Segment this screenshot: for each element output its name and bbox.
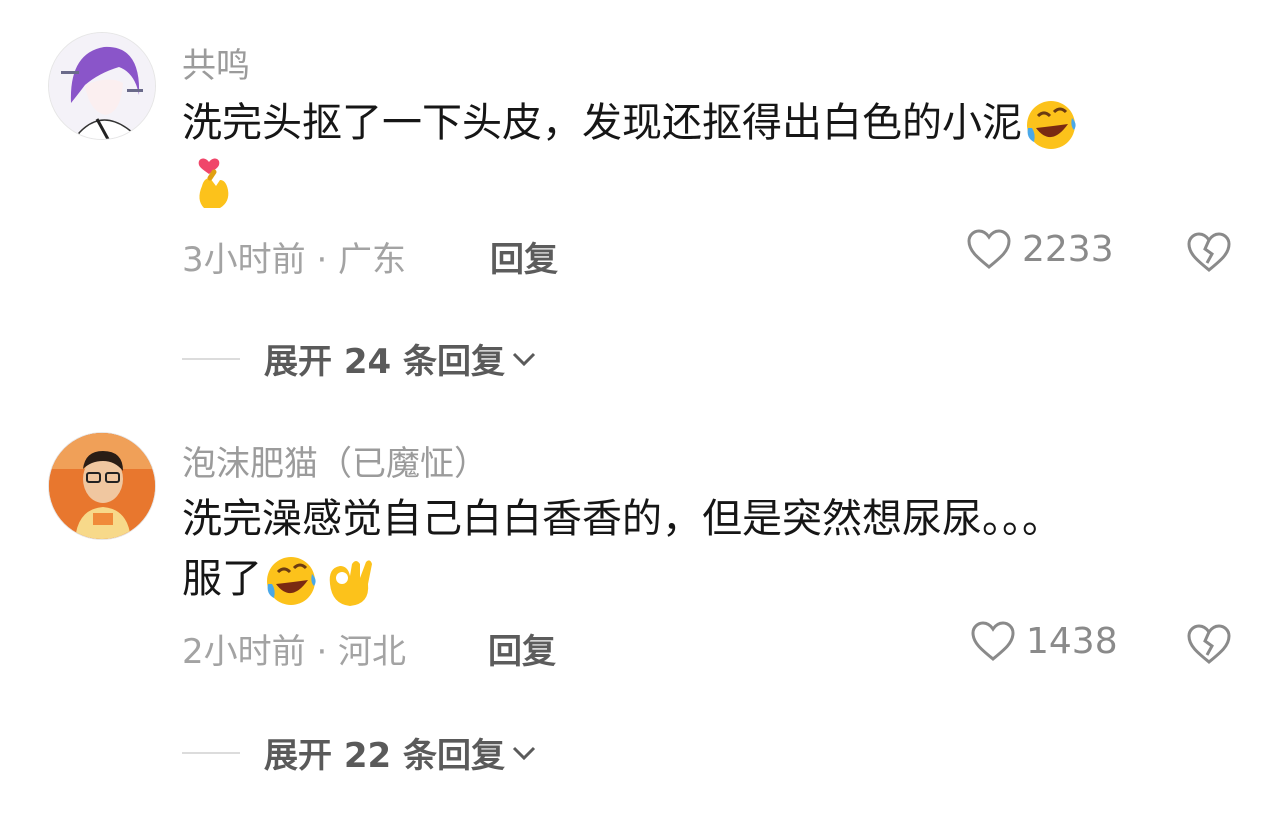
heart-outline-icon <box>967 229 1011 269</box>
person-photo-avatar-icon <box>49 433 155 539</box>
finger-heart-emoji-icon <box>198 158 229 208</box>
comment-text: 洗完头抠了一下头皮，发现还抠得出白色的小泥 <box>182 92 1222 154</box>
comment-text: 服了 <box>182 548 1222 610</box>
avatar[interactable] <box>48 32 156 140</box>
comment-text-line: 服了 <box>182 556 262 602</box>
broken-heart-icon <box>1187 232 1231 272</box>
chevron-down-icon <box>512 352 536 366</box>
reply-button[interactable]: 回复 <box>490 232 558 281</box>
expand-replies-button[interactable]: 展开 24 条回复 <box>182 334 537 383</box>
like-button[interactable]: 1438 <box>970 620 1118 662</box>
like-button[interactable]: 2233 <box>966 228 1114 270</box>
purple-hair-avatar-icon <box>49 33 155 139</box>
like-count: 2233 <box>1022 228 1114 270</box>
avatar[interactable] <box>48 432 156 540</box>
heart-outline-icon <box>971 621 1015 661</box>
like-count: 1438 <box>1026 620 1118 662</box>
expand-replies-label: 展开 22 条回复 <box>264 736 505 776</box>
comment-text-line: 洗完澡感觉自己白白香香的，但是突然想尿尿。。。 <box>182 496 1062 542</box>
comment-text: 洗完澡感觉自己白白香香的，但是突然想尿尿。。。 <box>182 488 1222 550</box>
timestamp-location: 2小时前 · 河北 <box>182 632 407 672</box>
username[interactable]: 泡沫肥猫（已魔怔） <box>182 436 488 485</box>
comment-text-line: 洗完头抠了一下头皮，发现还抠得出白色的小泥 <box>182 100 1022 146</box>
chevron-down-icon <box>512 746 536 760</box>
expand-replies-button[interactable]: 展开 22 条回复 <box>182 728 537 777</box>
divider-line <box>182 357 240 360</box>
rolling-laugh-emoji-icon <box>1027 101 1076 149</box>
ok-hand-emoji-icon <box>329 560 372 606</box>
rolling-laugh-emoji-icon <box>267 557 316 605</box>
dislike-button[interactable] <box>1186 622 1232 670</box>
username[interactable]: 共鸣 <box>182 38 250 87</box>
expand-replies-label: 展开 24 条回复 <box>264 342 505 382</box>
timestamp-location: 3小时前 · 广东 <box>182 240 407 280</box>
reply-button[interactable]: 回复 <box>488 624 556 673</box>
divider-line <box>182 751 240 754</box>
broken-heart-icon <box>1187 624 1231 664</box>
dislike-button[interactable] <box>1186 230 1232 278</box>
